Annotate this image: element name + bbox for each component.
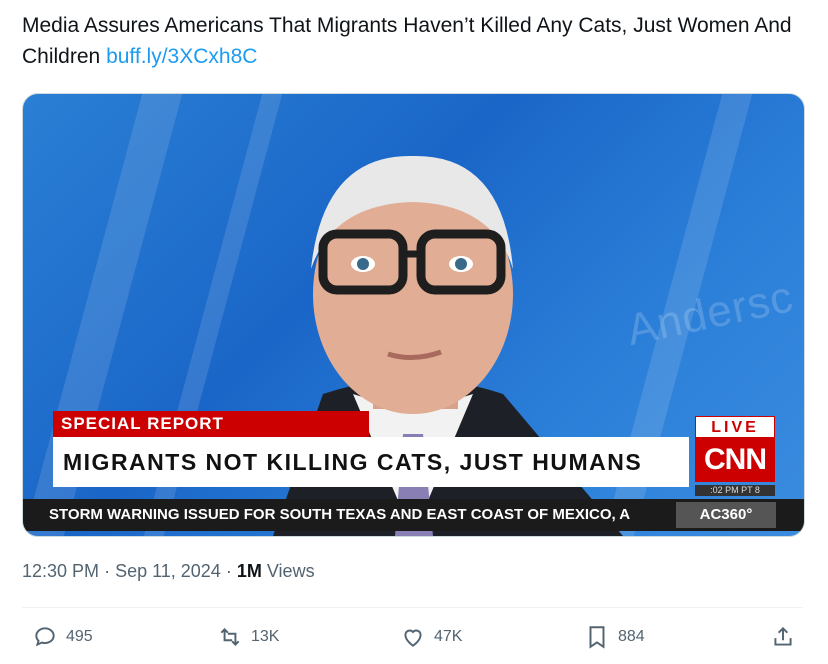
tweet-text: Media Assures Americans That Migrants Ha… bbox=[22, 10, 812, 72]
show-badge: AC360° bbox=[676, 502, 776, 528]
tweet-time[interactable]: 12:30 PM bbox=[22, 561, 99, 581]
bookmark-icon bbox=[589, 626, 605, 649]
special-report-banner: SPECIAL REPORT bbox=[53, 411, 369, 437]
share-icon bbox=[774, 626, 792, 646]
tweet-actions: 495 13K 47K 884 bbox=[22, 620, 803, 660]
chyron-headline: MIGRANTS NOT KILLING CATS, JUST HUMANS bbox=[53, 437, 689, 487]
broadcast-time: :02 PM PT 8 bbox=[695, 485, 775, 496]
heart-icon bbox=[404, 629, 422, 647]
live-badge: LIVE bbox=[695, 416, 775, 438]
tweet-date[interactable]: Sep 11, 2024 bbox=[115, 561, 221, 581]
bookmark-count: 884 bbox=[618, 628, 645, 645]
tweet-meta: 12:30 PM · Sep 11, 2024 · 1M Views bbox=[22, 561, 315, 582]
cnn-logo: CNN bbox=[695, 438, 775, 482]
tweet-media-image[interactable]: Andersc SPECIAL REPORT MIGRANTS NOT KILL… bbox=[22, 93, 805, 537]
bookmark-button[interactable]: 884 bbox=[584, 624, 645, 650]
like-count: 47K bbox=[434, 628, 463, 645]
reply-icon bbox=[35, 627, 55, 647]
repost-button[interactable]: 13K bbox=[217, 624, 279, 650]
views-count: 1M bbox=[236, 561, 262, 581]
meta-separator: · bbox=[104, 561, 116, 581]
tweet-link[interactable]: buff.ly/3XCxh8C bbox=[106, 45, 257, 68]
repost-icon bbox=[220, 628, 240, 646]
divider bbox=[22, 607, 803, 608]
share-button[interactable] bbox=[770, 624, 796, 650]
like-button[interactable]: 47K bbox=[400, 624, 462, 650]
views-label: Views bbox=[266, 561, 315, 581]
reply-count: 495 bbox=[66, 628, 93, 645]
repost-count: 13K bbox=[251, 628, 280, 645]
meta-separator: · bbox=[225, 561, 237, 581]
reply-button[interactable]: 495 bbox=[32, 624, 93, 650]
news-chyron: SPECIAL REPORT MIGRANTS NOT KILLING CATS… bbox=[23, 94, 804, 536]
